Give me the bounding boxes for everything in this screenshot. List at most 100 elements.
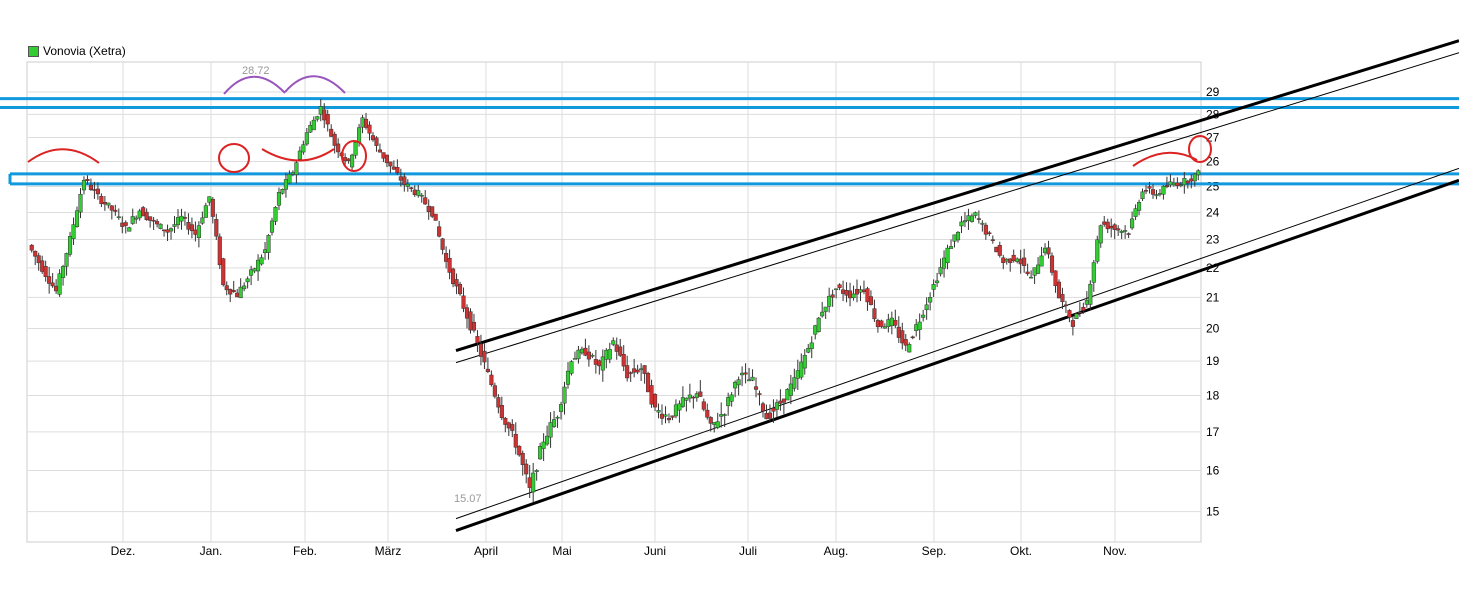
candle-body [639, 368, 644, 371]
candle-body [642, 365, 647, 374]
candle-body [872, 308, 877, 320]
candle-body [1143, 189, 1149, 192]
annotation-markers [27, 75, 1212, 173]
candle-body [457, 283, 463, 295]
candle-body [607, 349, 612, 360]
candle-body [809, 342, 814, 349]
candle-body [722, 414, 727, 416]
candle-body [583, 347, 588, 356]
candle-body [1192, 173, 1197, 182]
candle-body [1053, 270, 1058, 287]
candle-body [1084, 300, 1089, 305]
candle-body [496, 397, 501, 408]
candle-body [127, 227, 132, 232]
marker-circle [218, 143, 250, 173]
candle-body [297, 150, 302, 160]
y-tick-label: 21 [1206, 290, 1220, 304]
candle-body [527, 477, 532, 488]
candle-body [1088, 283, 1093, 305]
candle-body [304, 132, 309, 145]
candle-body [1102, 221, 1107, 225]
candle-body [1046, 247, 1051, 255]
candle-body [85, 179, 90, 181]
candle-body [1008, 258, 1013, 264]
candle-body [252, 268, 257, 272]
candle-body [301, 144, 306, 153]
candle-body [841, 289, 846, 294]
candle-body [353, 142, 358, 156]
candle-body [217, 236, 222, 266]
y-tick-label: 27 [1206, 130, 1220, 144]
candle-body [214, 219, 219, 237]
candle-body [471, 321, 477, 331]
candle-body [1178, 184, 1183, 186]
x-tick-label: Juni [644, 544, 666, 558]
candle-body [924, 304, 929, 310]
candle-body [336, 143, 341, 153]
candle-body [816, 317, 821, 333]
candle-body [175, 217, 181, 226]
candle-body [1189, 178, 1194, 182]
candle-body [193, 229, 198, 235]
candle-body [1105, 221, 1110, 230]
candle-body [896, 326, 901, 338]
candle-body [329, 128, 334, 137]
candle-body [799, 361, 804, 378]
candle-body [604, 349, 609, 360]
y-tick-label: 15 [1206, 505, 1220, 519]
candle-body [346, 158, 351, 161]
y-tick-label: 20 [1206, 321, 1220, 335]
x-tick-label: April [474, 544, 498, 558]
candle-body [1168, 181, 1173, 186]
candle-body [987, 232, 992, 235]
candle-body [680, 397, 685, 407]
candle-body [684, 397, 689, 401]
candle-body [1011, 254, 1016, 261]
candle-body [203, 205, 208, 218]
candle-body [350, 154, 355, 168]
candle-body [903, 339, 908, 346]
candle-body [144, 211, 149, 221]
candle-body [1056, 281, 1062, 299]
x-tick-label: Feb. [293, 544, 317, 558]
candle-body [767, 412, 773, 419]
candle-body [308, 125, 313, 133]
candle-body [155, 221, 160, 225]
candle-body [137, 210, 142, 219]
candle-body [1185, 180, 1190, 184]
candle-body [57, 273, 62, 295]
candle-body [242, 285, 247, 290]
candle-body [489, 374, 494, 386]
candle-body [879, 320, 884, 327]
candle-body [81, 179, 87, 191]
candle-body [1042, 247, 1048, 254]
candle-body [29, 244, 34, 251]
candle-body [942, 257, 947, 269]
candle-body [788, 383, 793, 396]
candle-body [562, 386, 567, 404]
candle-body [837, 284, 842, 288]
candle-body [785, 389, 790, 401]
candle-body [437, 226, 442, 237]
candle-body [444, 253, 449, 262]
candle-body [747, 379, 752, 382]
candle-body [92, 189, 97, 191]
candle-body [43, 266, 48, 277]
candle-body [983, 224, 988, 235]
candle-body [1109, 226, 1114, 229]
candle-body [760, 403, 766, 412]
candle-body [618, 346, 623, 356]
candle-body [1074, 313, 1079, 320]
candle-body [1081, 306, 1086, 311]
candle-body [628, 372, 633, 374]
candle-body [1004, 259, 1009, 262]
candle-body [875, 320, 880, 328]
candle-body [172, 224, 177, 227]
candle-body [545, 435, 550, 445]
candle-body [931, 284, 936, 290]
candle-body [541, 441, 546, 449]
candle-body [646, 372, 651, 393]
lower-trend-line-thin [455, 167, 1459, 520]
candle-body [332, 133, 337, 146]
candle-body [485, 368, 490, 372]
